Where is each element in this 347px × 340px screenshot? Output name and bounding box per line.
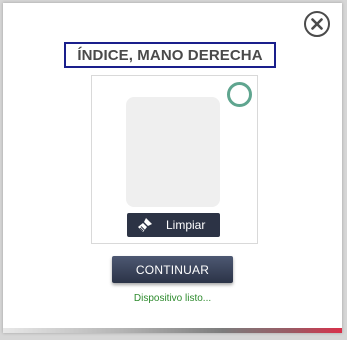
capture-panel: Limpiar xyxy=(91,75,258,244)
device-status-ring-icon xyxy=(227,82,252,107)
finger-title-box: ÍNDICE, MANO DERECHA xyxy=(64,42,276,68)
bottom-accent-bar xyxy=(3,328,342,333)
device-status-text: Dispositivo listo... xyxy=(133,293,212,304)
fingerprint-capture-dialog: ÍNDICE, MANO DERECHA Limpiar CONTINUAR D… xyxy=(3,3,342,333)
continue-button[interactable]: CONTINUAR xyxy=(112,256,233,283)
close-icon[interactable] xyxy=(304,11,330,37)
clear-button[interactable]: Limpiar xyxy=(127,213,220,237)
clear-button-label: Limpiar xyxy=(166,218,206,232)
fingerprint-preview-area xyxy=(126,97,220,207)
close-x-glyph xyxy=(311,18,323,30)
finger-title: ÍNDICE, MANO DERECHA xyxy=(77,46,263,64)
broom-icon xyxy=(137,217,153,233)
